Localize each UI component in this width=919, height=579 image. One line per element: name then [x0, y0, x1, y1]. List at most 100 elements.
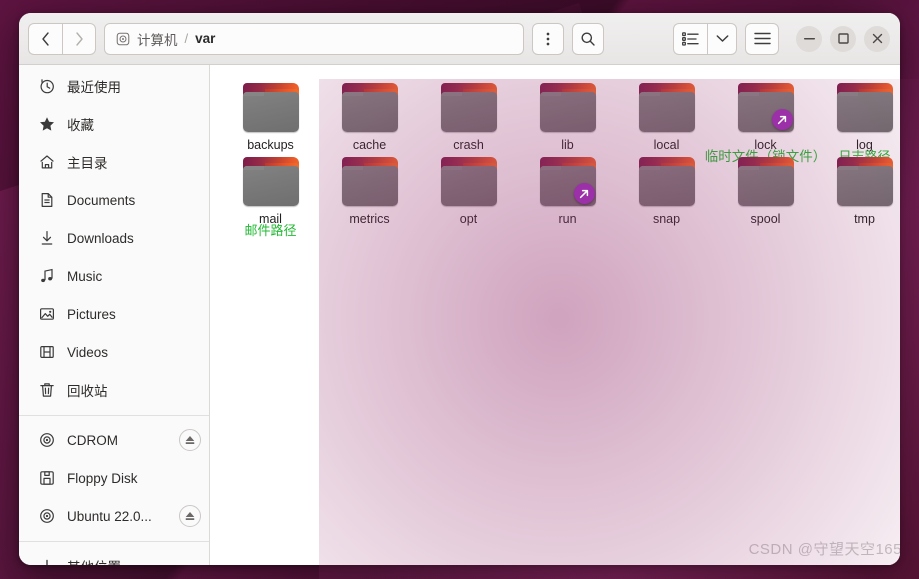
file-item-crash[interactable]: crash: [419, 79, 518, 153]
folder-icon: [836, 83, 894, 133]
file-item-run[interactable]: run: [518, 153, 617, 227]
sidebar-item-label: 其他位置: [67, 556, 201, 565]
sidebar-item-label: 主目录: [67, 156, 108, 171]
file-name-label: lock: [754, 138, 777, 152]
file-item-snap[interactable]: snap: [617, 153, 716, 227]
file-item-local[interactable]: local: [617, 79, 716, 153]
file-name-label: opt: [459, 212, 478, 226]
video-icon: [38, 344, 55, 361]
sidebar-item-videos[interactable]: Videos: [19, 333, 209, 371]
minimize-button[interactable]: [796, 25, 822, 52]
file-name-label: crash: [453, 138, 484, 152]
breadcrumb-separator: /: [184, 31, 189, 46]
eject-icon[interactable]: [179, 429, 201, 451]
symlink-badge-icon: [573, 183, 595, 204]
sidebar-item-label: Videos: [67, 344, 109, 360]
folder-icon: [341, 157, 399, 207]
trash-icon: [38, 382, 55, 399]
sidebar-item-label: Downloads: [67, 230, 134, 246]
close-button[interactable]: [864, 25, 890, 52]
file-area[interactable]: backupscachecrashliblocallock临时文件（锁文件）lo…: [210, 65, 900, 565]
file-item-tmp[interactable]: tmp: [815, 153, 900, 227]
sidebar-item-label: Pictures: [67, 306, 116, 322]
home-icon: [38, 154, 55, 171]
floppy-icon: [38, 470, 55, 487]
file-item-lib[interactable]: lib: [518, 79, 617, 153]
folder-icon: [638, 83, 696, 133]
picture-icon: [38, 306, 55, 323]
search-button[interactable]: [572, 22, 604, 55]
sidebar-item-label: 回收站: [67, 384, 108, 399]
sidebar-item-最近使用[interactable]: 最近使用: [19, 67, 209, 105]
view-mode-group: [673, 22, 737, 55]
sidebar-item-收藏[interactable]: 收藏: [19, 105, 209, 143]
file-manager-window: 计算机 / var 最近使用 收藏 主目录 Documents Download…: [19, 13, 900, 565]
sidebar-item-label: Floppy Disk: [67, 470, 138, 486]
desktop-background: 计算机 / var 最近使用 收藏 主目录 Documents Download…: [0, 0, 919, 579]
file-item-spool[interactable]: spool: [716, 153, 815, 227]
disc-icon: [38, 432, 55, 449]
folder-icon: [242, 83, 300, 133]
back-button[interactable]: [28, 22, 62, 55]
sidebar-item-music[interactable]: Music: [19, 257, 209, 295]
sidebar-item-floppy-disk[interactable]: Floppy Disk: [19, 459, 209, 497]
sidebar-item-主目录[interactable]: 主目录: [19, 143, 209, 181]
folder-icon: [242, 157, 300, 207]
icon-grid: backupscachecrashliblocallock临时文件（锁文件）lo…: [210, 65, 900, 238]
watermark: CSDN @守望天空165: [748, 541, 900, 558]
file-item-mail[interactable]: mail 邮件路径: [221, 153, 320, 238]
sidebar-item-cdrom[interactable]: CDROM: [19, 421, 209, 459]
sidebar-item-downloads[interactable]: Downloads: [19, 219, 209, 257]
file-name-label: mail: [259, 212, 282, 226]
view-dropdown-button[interactable]: [707, 22, 737, 55]
breadcrumb-current[interactable]: var: [195, 31, 215, 46]
list-view-button[interactable]: [673, 22, 707, 55]
plus-icon: [38, 558, 55, 565]
breadcrumb-root[interactable]: 计算机: [137, 29, 178, 49]
music-icon: [38, 268, 55, 285]
sidebar-item-ubuntu-22-0[interactable]: Ubuntu 22.0...: [19, 497, 209, 535]
eject-icon[interactable]: [179, 505, 201, 527]
folder-icon: [737, 83, 795, 133]
maximize-button[interactable]: [830, 25, 856, 52]
sidebar-item-label: Ubuntu 22.0...: [67, 508, 152, 524]
file-name-label: log: [856, 138, 873, 152]
file-item-cache[interactable]: cache: [320, 79, 419, 153]
folder-icon: [440, 157, 498, 207]
navigation-button-group: [28, 22, 96, 55]
file-item-opt[interactable]: opt: [419, 153, 518, 227]
sidebar-item-label: Documents: [67, 192, 136, 208]
sidebar-item-回收站[interactable]: 回收站: [19, 371, 209, 409]
folder-icon: [539, 83, 597, 133]
sidebar-item-label: CDROM: [67, 432, 118, 448]
file-name-label: cache: [352, 138, 387, 152]
file-name-label: tmp: [854, 212, 875, 226]
file-name-label: local: [653, 138, 680, 152]
window-body: 最近使用 收藏主目录 Documents Downloads Music Pictures…: [19, 65, 900, 565]
folder-icon: [440, 83, 498, 133]
sidebar-item-其他位置[interactable]: 其他位置: [19, 547, 209, 565]
clock-icon: [38, 78, 55, 95]
computer-icon: [115, 31, 130, 46]
sidebar-separator: [19, 415, 209, 416]
sidebar-item-label: Music: [67, 268, 103, 284]
window-controls: [796, 25, 892, 52]
file-name-label: backups: [247, 138, 294, 152]
file-item-lock[interactable]: lock临时文件（锁文件）: [705, 79, 826, 164]
main-menu-button[interactable]: [745, 22, 779, 55]
file-name-label: run: [558, 212, 577, 226]
sidebar-separator: [19, 541, 209, 542]
sidebar-item-pictures[interactable]: Pictures: [19, 295, 209, 333]
file-item-metrics[interactable]: metrics: [320, 153, 419, 227]
file-item-backups[interactable]: backups: [221, 79, 320, 153]
file-name-label: lib: [561, 138, 574, 152]
file-name-label: metrics: [349, 212, 390, 226]
folder-icon: [737, 157, 795, 207]
folder-icon: [638, 157, 696, 207]
file-name-label: spool: [750, 212, 781, 226]
forward-button[interactable]: [62, 22, 96, 55]
file-item-log[interactable]: log日志路径: [815, 79, 900, 164]
sidebar-item-documents[interactable]: Documents: [19, 181, 209, 219]
path-options-button[interactable]: [532, 22, 564, 55]
path-bar[interactable]: 计算机 / var: [104, 22, 524, 55]
